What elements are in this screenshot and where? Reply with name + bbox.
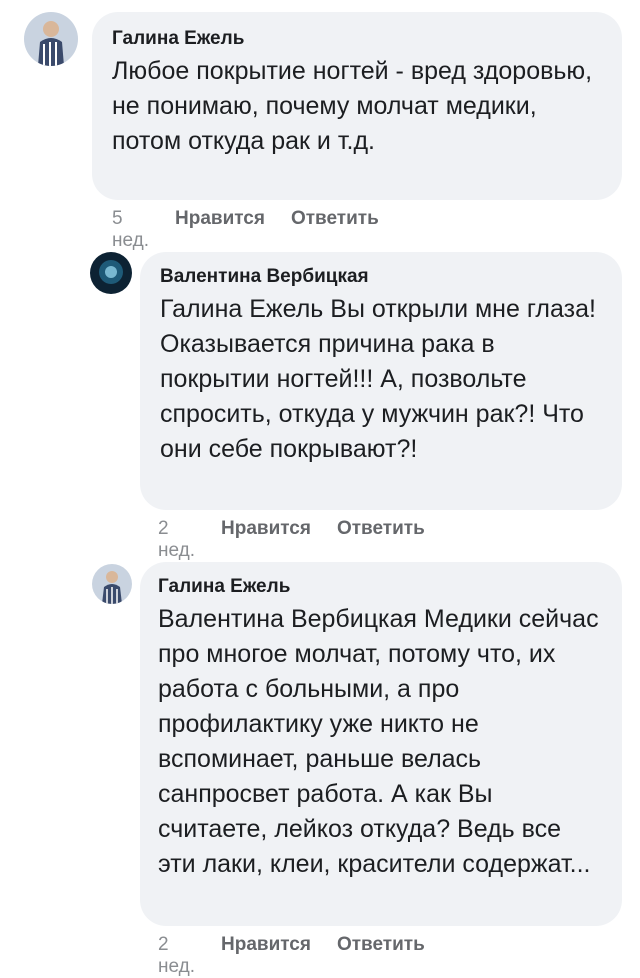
comment-text: Любое покрытие ногтей - вред здоровью, н… — [112, 57, 593, 155]
comment-timestamp[interactable]: 5 нед. — [112, 208, 149, 252]
comment-timestamp[interactable]: 2 нед. — [158, 934, 195, 978]
comment-text: Галина Ежель Вы открыли мне глаза! Оказы… — [160, 295, 596, 463]
comment-bubble: Валентина Вербицкая Галина Ежель Вы откр… — [140, 252, 622, 510]
comment-text: Валентина Вербицкая Медики сейчас про мн… — [158, 605, 599, 878]
comment-author[interactable]: Галина Ежель — [112, 28, 602, 50]
reply-button[interactable]: Ответить — [291, 208, 379, 252]
reply-button[interactable]: Ответить — [337, 518, 425, 562]
reply-button[interactable]: Ответить — [337, 934, 425, 978]
avatar[interactable] — [92, 564, 132, 604]
avatar[interactable] — [90, 252, 132, 294]
comment-author[interactable]: Галина Ежель — [158, 576, 604, 598]
avatar[interactable] — [24, 12, 78, 66]
comment-actions: 5 нед. Нравится Ответить — [112, 208, 379, 252]
comment-timestamp[interactable]: 2 нед. — [158, 518, 195, 562]
comment-author[interactable]: Валентина Вербицкая — [160, 266, 602, 288]
like-button[interactable]: Нравится — [175, 208, 265, 252]
comment-bubble: Галина Ежель Валентина Вербицкая Медики … — [140, 562, 622, 926]
comment-bubble: Галина Ежель Любое покрытие ногтей - вре… — [92, 12, 622, 200]
comment-actions: 2 нед. Нравится Ответить — [158, 518, 425, 562]
comment-actions: 2 нед. Нравится Ответить — [158, 934, 425, 978]
like-button[interactable]: Нравится — [221, 518, 311, 562]
like-button[interactable]: Нравится — [221, 934, 311, 978]
